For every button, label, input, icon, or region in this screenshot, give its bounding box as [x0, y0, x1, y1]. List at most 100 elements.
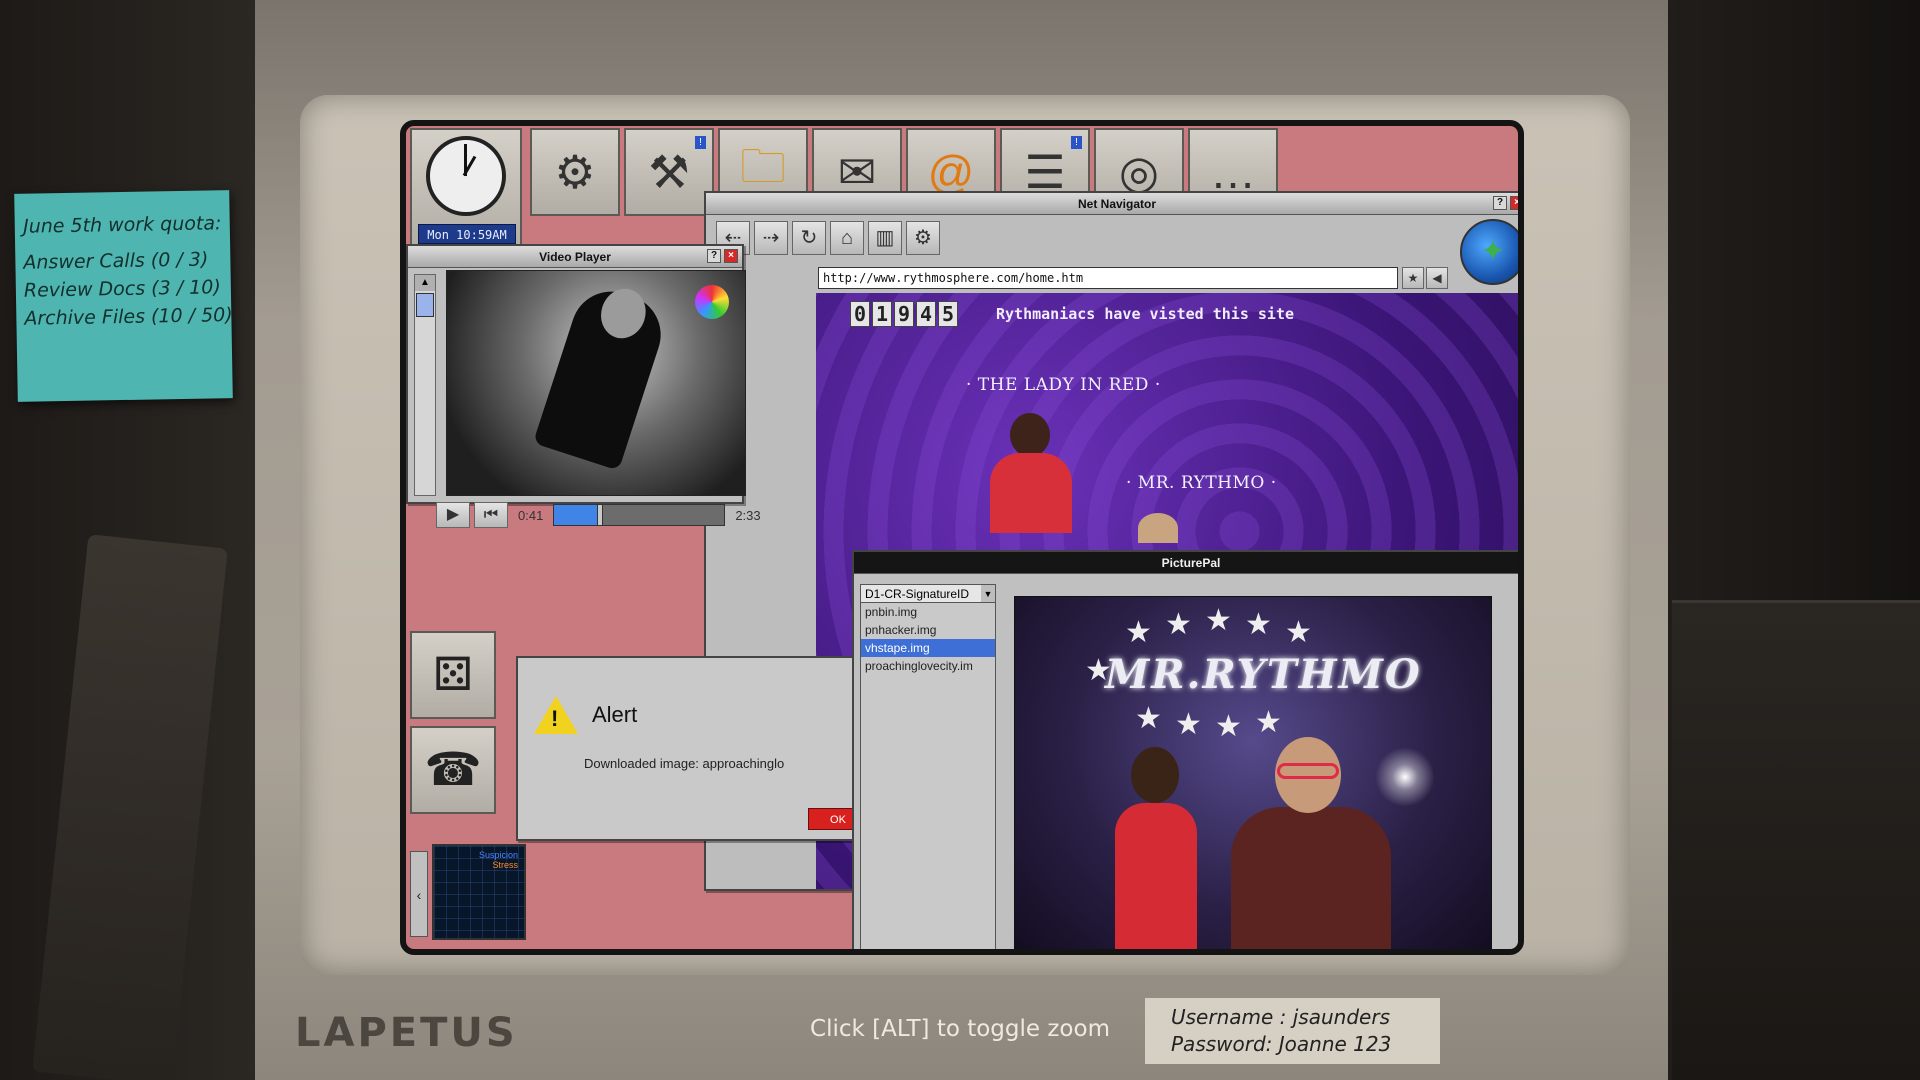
file-list: D1-CR-SignatureID ▼ pnbin.img pnhacker.i… [860, 584, 996, 949]
video-player-titlebar[interactable]: Video Player ? × [408, 246, 742, 268]
home-icon[interactable]: ⌂ [830, 221, 864, 255]
visit-counter: 0 1 9 4 5 [850, 301, 958, 327]
counter-digit: 5 [938, 301, 958, 327]
channel-logo-icon [695, 285, 729, 319]
sticky-title: June 5th work quota: [22, 212, 222, 238]
scroll-thumb[interactable] [416, 293, 434, 317]
stamp-app-button[interactable]: ⚒! [624, 128, 714, 216]
navigator-title: Net Navigator [1077, 197, 1157, 211]
mr-rythmo-photo[interactable] [1138, 513, 1178, 543]
video-progress-handle[interactable] [597, 504, 604, 526]
alert-dialog: ! Alert Downloaded image: approachinglov… [516, 656, 876, 841]
notification-badge: ! [1071, 136, 1082, 149]
video-controls: ▶ ⏮ 0:41 2:33 [436, 502, 761, 528]
chevron-left-icon: ‹ [416, 887, 422, 903]
folder-dropdown[interactable]: D1-CR-SignatureID ▼ [861, 585, 995, 603]
woman-figure [1101, 747, 1211, 949]
room-background: June 5th work quota: Answer Calls (0 / 3… [0, 0, 1920, 1080]
star-icon: ★ [1255, 706, 1282, 739]
star-icon: ★ [1125, 616, 1152, 649]
password-text: Password: Joanne 123 [1171, 1032, 1392, 1056]
clock-widget[interactable]: Mon 10:59AM [410, 128, 522, 250]
caption-mr-rythmo: · MR. RYTHMO · [1126, 473, 1277, 493]
alert-message: Downloaded image: approachinglovecit [584, 756, 784, 771]
forward-arrow-icon[interactable]: ⇢ [754, 221, 788, 255]
playlist-scrollbar[interactable]: ▲ [414, 274, 436, 496]
desktop-screen: Mon 10:59AM ⚙ ⚒! 🗀 ✉ @ ☰! ◎ … Net Naviga… [400, 120, 1524, 955]
chevron-down-icon[interactable]: ▼ [981, 585, 995, 602]
phone-icon: ☎ [424, 743, 482, 795]
monitor-brand-logo: LAPETUS [295, 1010, 518, 1056]
collapse-tab[interactable]: ‹ [410, 851, 428, 937]
lens-flare [1375, 747, 1435, 807]
alert-title: Alert [592, 702, 638, 727]
suspicion-stress-meter: Suspicion Stress [432, 844, 526, 940]
url-input[interactable]: http://www.rythmosphere.com/home.htm [818, 267, 1398, 289]
counter-digit: 1 [872, 301, 892, 327]
video-frame [446, 270, 746, 496]
star-icon: ★ [1135, 702, 1162, 735]
lady-in-red-photo[interactable] [976, 413, 1086, 533]
picturepal-window: PicturePal D1-CR-SignatureID ▼ pnbin.img… [852, 550, 1518, 949]
counter-digit: 9 [894, 301, 914, 327]
username-text: Username : jsaunders [1171, 1005, 1390, 1029]
star-bookmark-icon[interactable]: ★ [1402, 267, 1424, 289]
total-time: 2:33 [735, 507, 761, 523]
phone-app-button[interactable]: ☎ [410, 726, 496, 814]
suspicion-label: Suspicion [478, 850, 518, 860]
settings-gear-icon[interactable]: ⚙ [906, 221, 940, 255]
star-icon: ★ [1245, 608, 1272, 641]
video-progress-bar[interactable] [553, 504, 726, 526]
star-icon: ★ [1165, 608, 1192, 641]
video-player-window: Video Player ? × ▲ ▶ ⏮ 0:41 2:33 [406, 244, 761, 528]
list-item[interactable]: pnbin.img [861, 603, 995, 621]
folder-dropdown-value: D1-CR-SignatureID [865, 587, 970, 601]
video-progress-fill [554, 505, 601, 525]
counter-digit: 0 [850, 301, 870, 327]
help-button[interactable]: ? [707, 249, 721, 263]
help-button[interactable]: ? [1493, 196, 1507, 210]
visit-counter-text: Rythmaniacs have visted this site [996, 305, 1295, 323]
video-performer [532, 281, 672, 471]
caption-lady-in-red: · THE LADY IN RED · [966, 375, 1161, 395]
list-item[interactable]: pnhacker.img [861, 621, 995, 639]
current-time: 0:41 [518, 507, 544, 523]
quota-review-docs: Review Docs (3 / 10) [23, 276, 221, 302]
speaker-icon[interactable]: ◀ [1426, 267, 1448, 289]
close-button[interactable]: × [724, 249, 738, 263]
navigator-toolbar: ⇠ ⇢ ↻ ⌂ ▥ ⚙ [716, 221, 940, 255]
notification-badge: ! [695, 136, 706, 149]
credentials-note: Username : jsaunders Password: Joanne 12… [1145, 998, 1440, 1064]
star-icon: ★ [1175, 708, 1202, 741]
rewind-icon[interactable]: ⏮ [474, 502, 508, 528]
navigator-titlebar[interactable]: Net Navigator ? × [706, 193, 1518, 215]
bookmarks-icon[interactable]: ▥ [868, 221, 902, 255]
stress-label: Stress [492, 860, 518, 870]
dice-app-button[interactable]: ⚄ [410, 631, 496, 719]
right-shelf [1672, 600, 1920, 1080]
quota-archive-files: Archive Files (10 / 50) [24, 304, 233, 330]
mr-rythmo-logo: MR.RYTHMO [1105, 651, 1422, 698]
star-icon: ★ [1205, 604, 1232, 637]
settings-app-button[interactable]: ⚙ [530, 128, 620, 216]
globe-icon: ✦ [1460, 219, 1518, 285]
work-quota-sticky-note: June 5th work quota: Answer Calls (0 / 3… [14, 190, 233, 402]
list-item-selected[interactable]: vhstape.img [861, 639, 995, 657]
warning-icon: ! [534, 696, 578, 734]
video-player-title: Video Player [539, 250, 611, 264]
gear-icon: ⚙ [554, 146, 596, 198]
picturepal-titlebar[interactable]: PicturePal [854, 552, 1518, 574]
dice-icon: ⚄ [433, 648, 473, 700]
image-preview: ★ ★ ★ ★ ★ ★ MR.RYTHMO ★ ★ ★ ★ [1014, 596, 1492, 949]
counter-digit: 4 [916, 301, 936, 327]
quota-answer-calls: Answer Calls (0 / 3) [23, 248, 209, 274]
list-item[interactable]: proachinglovecity.im [861, 657, 995, 675]
scroll-up-icon[interactable]: ▲ [415, 275, 435, 291]
refresh-icon[interactable]: ↻ [792, 221, 826, 255]
close-button[interactable]: × [1510, 196, 1518, 210]
star-icon: ★ [1285, 616, 1312, 649]
clock-readout: Mon 10:59AM [418, 224, 516, 244]
play-icon[interactable]: ▶ [436, 502, 470, 528]
picturepal-title: PicturePal [1161, 556, 1221, 570]
zoom-hint: Click [ALT] to toggle zoom [810, 1016, 1110, 1042]
